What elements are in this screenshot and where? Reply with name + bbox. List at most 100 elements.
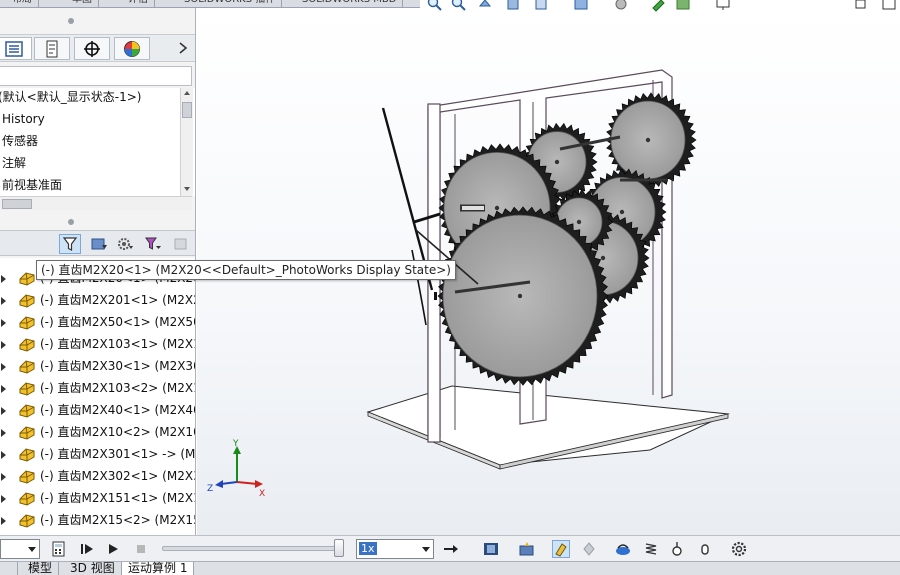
tabs-more-chevron-icon[interactable] (178, 41, 188, 58)
tab-solidworks-mbd[interactable]: SOLIDWORKS MBD (296, 0, 404, 7)
expand-arrow-icon[interactable] (1, 341, 6, 349)
view-orientation-icon[interactable] (533, 0, 549, 12)
triad-z-label: Z (207, 484, 213, 494)
tab-solidworks-addins[interactable]: SOLIDWORKS 插件 (178, 0, 283, 7)
horizontal-scroll-thumb[interactable] (2, 199, 32, 209)
tab-configuration-manager[interactable] (74, 37, 110, 60)
triad-x-label: X (259, 489, 265, 498)
contact-button[interactable] (696, 540, 714, 558)
expand-arrow-icon[interactable] (1, 495, 6, 503)
expand-arrow-icon[interactable] (1, 429, 6, 437)
display-style-icon[interactable] (573, 0, 589, 12)
zoom-to-fit-icon[interactable] (427, 0, 443, 12)
restore-window-icon[interactable] (853, 0, 869, 12)
gear-hub (576, 219, 582, 225)
expand-arrow-icon[interactable] (1, 451, 6, 459)
disabled-filter-icon (174, 238, 187, 250)
previous-view-icon[interactable] (477, 0, 493, 12)
component-row[interactable]: (-) 直齿M2X201<1> (M2X2 (0, 289, 195, 311)
tree-item-annotations[interactable]: 注解 (2, 152, 26, 174)
damper-button[interactable] (668, 540, 686, 558)
tab-display-manager[interactable] (114, 37, 150, 60)
tree-item-config[interactable]: (默认<默认_显示状态-1>) (0, 88, 141, 108)
command-manager-tabs: 布局 草图 评估 SOLIDWORKS 插件 SOLIDWORKS MBD (0, 0, 420, 8)
tab-property-manager[interactable] (34, 37, 70, 60)
save-animation-button[interactable] (482, 540, 500, 558)
component-row[interactable]: (-) 直齿M2X103<2> (M2X1 (0, 377, 195, 399)
playback-slider-thumb[interactable] (333, 539, 344, 557)
tree-item-sensors[interactable]: 传感器 (2, 130, 38, 152)
animation-wizard-button[interactable] (518, 540, 536, 558)
add-key-button[interactable] (580, 540, 598, 558)
component-row[interactable]: (-) 直齿M2X50<1> (M2X50 (0, 311, 195, 333)
play-icon (109, 544, 118, 554)
apply-scene-icon[interactable] (675, 0, 691, 12)
tree-filter-input[interactable] (0, 66, 192, 86)
solidworks-window: 布局 草图 评估 SOLIDWORKS 插件 SOLIDWORKS MBD (0, 0, 900, 575)
tree-vertical-scrollbar[interactable] (180, 88, 193, 196)
expand-arrow-icon[interactable] (1, 385, 6, 393)
play-from-start-button[interactable] (78, 540, 96, 558)
panel-grip-icon[interactable] (68, 18, 74, 24)
section-view-icon[interactable] (505, 0, 521, 12)
tree-item-front-plane[interactable]: 前视基准面 (2, 174, 62, 196)
component-row[interactable]: (-) 直齿M2X40<1> (M2X40 (0, 399, 196, 421)
playback-mode-button[interactable] (442, 540, 460, 558)
tab-motion-study-1[interactable]: 运动算例 1 (122, 562, 195, 575)
playback-slider-track[interactable] (162, 546, 344, 551)
play-button[interactable] (104, 540, 122, 558)
tab-scroll-arrows[interactable] (0, 562, 18, 575)
tab-evaluate[interactable]: 评估 (122, 0, 155, 7)
expand-arrow-icon[interactable] (1, 517, 6, 525)
expand-arrow-icon[interactable] (1, 363, 6, 371)
tree-horizontal-scrollbar[interactable] (0, 196, 192, 210)
filter-button[interactable] (59, 234, 81, 254)
tab-model[interactable]: 模型 (22, 562, 60, 575)
panel-splitter-grip-icon[interactable] (68, 219, 74, 225)
component-row[interactable]: (-) 直齿M2X30<1> (M2X30 (0, 355, 195, 377)
view-settings-icon[interactable] (715, 0, 731, 12)
expand-arrow-icon[interactable] (1, 473, 6, 481)
zoom-area-icon[interactable] (451, 0, 467, 12)
calculate-button[interactable] (50, 540, 68, 558)
contact-icon (701, 544, 709, 555)
component-row[interactable]: (-) 直齿M2X103<1> (M2X1 (0, 333, 196, 355)
expand-arrow-icon[interactable] (1, 275, 6, 283)
tab-3d-views[interactable]: 3D 视图 (64, 562, 122, 575)
component-list: (-) 直齿M2X20<1> (M2X20<<Default>_PhotoWor… (0, 258, 196, 535)
part-icon (19, 338, 35, 352)
show-components-button[interactable] (88, 234, 110, 254)
component-label: (-) 直齿M2X40<1> (M2X40 (40, 403, 196, 417)
part-icon (19, 360, 35, 374)
component-row[interactable]: (-) 直齿M2X15<2> (M2X15 (0, 509, 195, 531)
component-row[interactable]: (-) 直齿M2X302<1> (M2X3 (0, 465, 195, 487)
playback-speed-select[interactable]: 1x (356, 539, 434, 559)
expand-arrow-icon[interactable] (1, 407, 6, 415)
autokey-button[interactable] (552, 540, 570, 558)
study-type-select[interactable] (0, 539, 40, 559)
scroll-up-icon[interactable] (183, 90, 191, 96)
tab-sketch[interactable]: 草图 (66, 0, 99, 7)
component-row[interactable]: (-) 直齿M2X10<2> (M2X10 (0, 421, 195, 443)
hide-show-items-icon[interactable] (613, 0, 629, 12)
disabled-filter-button[interactable] (170, 234, 192, 254)
maximize-window-icon[interactable] (881, 0, 897, 12)
expand-arrow-icon[interactable] (1, 319, 6, 327)
component-row[interactable]: (-) 直齿M2X151<1> (M2X1 (0, 487, 195, 509)
expand-arrow-icon[interactable] (1, 297, 6, 305)
motor-button[interactable] (614, 540, 632, 558)
calculator-icon (52, 541, 65, 557)
component-row[interactable]: (-) 直齿M2X301<1> -> (M (0, 443, 195, 465)
edit-appearance-icon[interactable] (651, 0, 667, 12)
tree-item-history[interactable]: History (2, 108, 45, 130)
tab-feature-manager[interactable] (0, 37, 32, 60)
scroll-down-icon[interactable] (183, 186, 191, 192)
spring-button[interactable] (642, 540, 660, 558)
vertical-scroll-thumb[interactable] (182, 102, 192, 118)
component-label: (-) 直齿M2X103<1> (M2X1 (40, 337, 196, 351)
color-filter-button[interactable] (142, 234, 164, 254)
stop-button[interactable] (132, 540, 150, 558)
settings-filter-button[interactable] (114, 234, 136, 254)
motion-study-properties-button[interactable] (730, 540, 748, 558)
tab-layout[interactable]: 布局 (6, 0, 39, 7)
